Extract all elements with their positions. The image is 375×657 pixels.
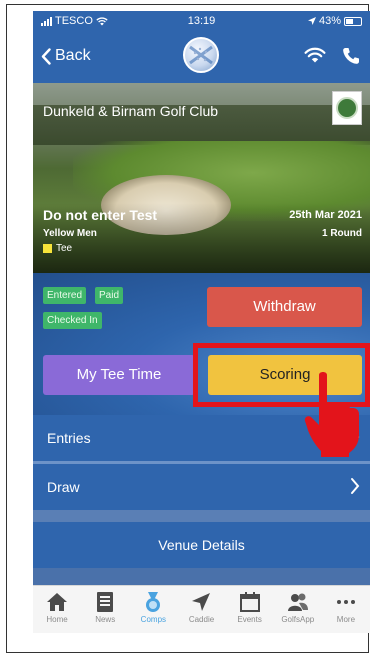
club-logo [332,91,362,125]
chevron-right-icon [351,429,360,445]
chevron-right-icon [351,478,360,494]
tab-caddie[interactable]: Caddie [177,586,225,633]
nav-actions [304,47,360,65]
golf-ball-icon [189,45,213,65]
status-right: 43% [307,15,362,27]
competition-tee: Yellow Men [43,228,97,239]
more-icon [336,600,355,604]
status-bar: TESCO 13:19 43% [33,11,370,31]
wifi-icon[interactable] [304,47,326,63]
competition-rounds: 1 Round [322,228,362,239]
entry-actions-panel: Entered Paid Checked In Withdraw My Tee … [33,273,370,415]
chevron-left-icon [41,47,51,65]
medal-icon [146,592,161,612]
app-logo [183,37,219,73]
battery-icon [344,16,362,26]
tee-legend-label: Tee [56,243,73,254]
tab-label-more: More [336,615,356,624]
tab-comps[interactable]: Comps [129,586,177,633]
club-hero-banner: Dunkeld & Birnam Golf Club Do not enter … [33,83,370,273]
back-button[interactable]: Back [41,47,91,65]
venue-details-row[interactable]: Venue Details [33,522,370,568]
venue-details-label: Venue Details [158,537,245,553]
row-separator [33,568,370,585]
entries-label: Entries [47,430,91,446]
tab-events[interactable]: Events [226,586,274,633]
tab-label-events: Events [237,615,262,624]
people-icon [287,593,308,611]
competition-date: 25th Mar 2021 [289,209,362,221]
tab-label-news: News [95,615,116,624]
status-badge-checked-in: Checked In [43,312,102,329]
status-badge-paid: Paid [95,287,124,304]
nav-bar: Back [33,31,370,83]
tab-more[interactable]: More [322,586,370,633]
tee-color-swatch [43,244,52,253]
battery-percent: 43% [318,15,341,27]
club-name: Dunkeld & Birnam Golf Club [43,103,219,119]
withdraw-button[interactable]: Withdraw [207,287,362,327]
phone-screen: TESCO 13:19 43% Back Dunkeld & Birnam Go… [33,11,370,633]
calendar-icon [239,592,260,612]
tab-label-comps: Comps [140,615,167,624]
phone-icon[interactable] [342,47,360,65]
screenshot-frame: TESCO 13:19 43% Back Dunkeld & Birnam Go… [6,4,370,653]
competition-name: Do not enter Test [43,207,158,223]
tab-label-caddie: Caddie [188,615,215,624]
tab-label-home: Home [46,615,68,624]
back-label: Back [55,47,91,64]
location-arrow-icon [192,593,211,611]
row-separator [33,510,370,522]
tab-home[interactable]: Home [33,586,81,633]
draw-label: Draw [47,479,80,495]
entries-row[interactable]: Entries [33,415,370,461]
home-icon [47,593,68,611]
status-badge-entered: Entered [43,287,87,304]
location-icon [307,17,316,25]
my-tee-time-button[interactable]: My Tee Time [43,355,195,395]
draw-row[interactable]: Draw [33,464,370,510]
tab-label-golfsapp: GolfsApp [281,615,315,624]
news-icon [97,592,114,612]
tab-news[interactable]: News [81,586,129,633]
tab-bar: Home News Comps Caddie Events GolfsApp M… [33,585,370,633]
tab-golfsapp[interactable]: GolfsApp [274,586,322,633]
tee-legend: Tee [43,243,72,254]
scoring-button[interactable]: Scoring [208,355,362,395]
